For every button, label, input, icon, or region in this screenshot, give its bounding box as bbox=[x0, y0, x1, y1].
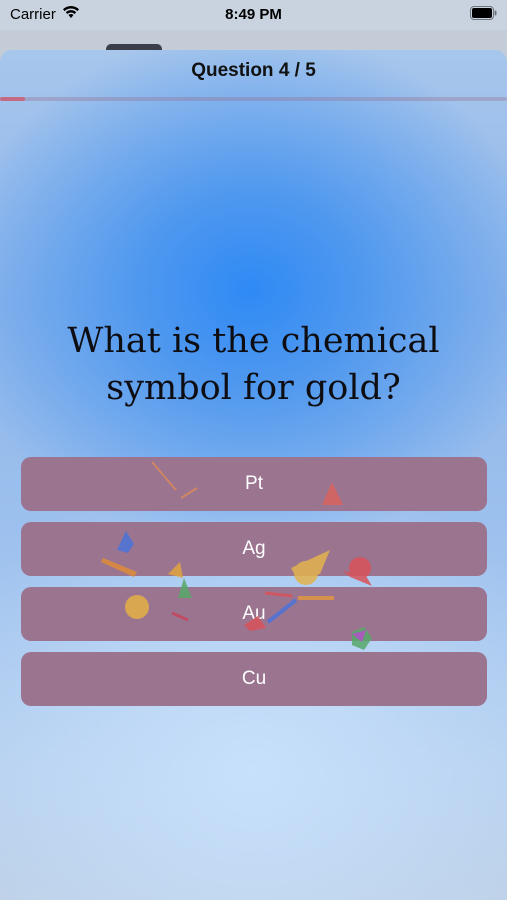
answer-option-cu[interactable]: Cu bbox=[21, 652, 487, 706]
status-bar: Carrier 8:49 PM bbox=[0, 0, 507, 30]
battery-icon bbox=[470, 6, 497, 20]
answer-option-au[interactable]: Au bbox=[21, 587, 487, 641]
status-time: 8:49 PM bbox=[225, 6, 282, 23]
answer-option-pt[interactable]: Pt bbox=[21, 457, 487, 511]
progress-fill bbox=[0, 97, 26, 101]
answer-option-ag[interactable]: Ag bbox=[21, 522, 487, 576]
question-counter: Question 4 / 5 bbox=[191, 60, 316, 81]
quiz-sheet: Question 4 / 5 What is the chemical symb… bbox=[0, 50, 507, 900]
progress-bar bbox=[0, 97, 507, 101]
answer-options: Pt Ag Au Cu bbox=[21, 457, 487, 717]
question-text: What is the chemical symbol for gold? bbox=[67, 321, 440, 408]
